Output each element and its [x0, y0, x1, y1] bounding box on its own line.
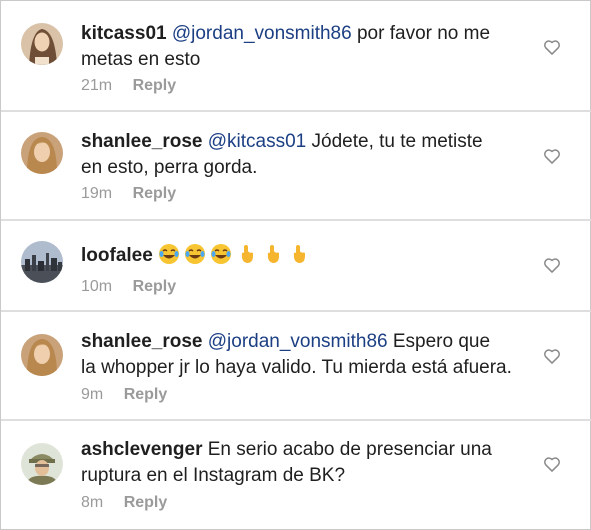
avatar[interactable]: [21, 443, 63, 485]
comment-body-line2: ruptura en el Instagram de BK?: [81, 465, 346, 486]
comment-mention[interactable]: @jordan_vonsmith86: [172, 23, 352, 44]
avatar[interactable]: [21, 334, 63, 376]
comment-meta: 9m Reply: [81, 386, 167, 404]
heart-icon[interactable]: [542, 37, 562, 57]
reply-button[interactable]: Reply: [124, 494, 168, 511]
avatar[interactable]: [21, 132, 63, 174]
face-with-tears-of-joy-icon: [210, 243, 232, 265]
reply-button[interactable]: Reply: [124, 386, 168, 403]
face-with-tears-of-joy-icon: [158, 243, 180, 265]
comment-meta: 8m Reply: [81, 494, 167, 512]
comment-emojis: [158, 243, 314, 266]
divider: [1, 419, 591, 421]
comment-text: ashclevenger En serio acabo de presencia…: [81, 437, 541, 489]
comment-meta: 10m Reply: [81, 278, 176, 296]
comment-username[interactable]: ashclevenger: [81, 439, 202, 460]
comment-text: kitcass01 @jordan_vonsmith86 por favor n…: [81, 21, 541, 73]
divider: [1, 310, 591, 312]
comment-body-line2: en esto, perra gorda.: [81, 157, 258, 178]
face-with-tears-of-joy-icon: [184, 243, 206, 265]
comment-meta: 21m Reply: [81, 77, 176, 95]
avatar[interactable]: [21, 241, 63, 283]
comment-username[interactable]: kitcass01: [81, 23, 167, 44]
comment-timestamp: 21m: [81, 77, 113, 94]
comment-body: Espero que: [387, 331, 491, 352]
comment-timestamp: 10m: [81, 278, 113, 295]
avatar[interactable]: [21, 23, 63, 65]
reply-button[interactable]: Reply: [133, 77, 177, 94]
reply-button[interactable]: Reply: [133, 185, 177, 202]
comment-body-line2: metas en esto: [81, 49, 201, 70]
comments-panel: kitcass01 @jordan_vonsmith86 por favor n…: [0, 0, 591, 530]
comment-body: por favor no me: [351, 23, 491, 44]
comment-timestamp: 9m: [81, 386, 104, 403]
reply-button[interactable]: Reply: [133, 278, 177, 295]
comment-username[interactable]: loofalee: [81, 245, 153, 266]
comment-username[interactable]: shanlee_rose: [81, 131, 202, 152]
comment-mention[interactable]: @kitcass01: [208, 131, 307, 152]
heart-icon[interactable]: [542, 454, 562, 474]
heart-icon[interactable]: [542, 146, 562, 166]
comment-meta: 19m Reply: [81, 185, 176, 203]
backhand-index-pointing-up-icon: [236, 243, 258, 265]
comment-body-line2: la whopper jr lo haya valido. Tu mierda …: [81, 357, 512, 378]
divider: [1, 110, 591, 112]
comment-username[interactable]: shanlee_rose: [81, 331, 202, 352]
backhand-index-pointing-up-icon: [288, 243, 310, 265]
comment-text: loofalee: [81, 243, 541, 269]
comment-timestamp: 8m: [81, 494, 104, 511]
comment-body: En serio acabo de presenciar una: [202, 439, 492, 460]
comment-body: Jódete, tu te metiste: [306, 131, 483, 152]
divider: [1, 219, 591, 221]
backhand-index-pointing-up-icon: [262, 243, 284, 265]
comment-text: shanlee_rose @kitcass01 Jódete, tu te me…: [81, 129, 541, 181]
comment-text: shanlee_rose @jordan_vonsmith86 Espero q…: [81, 329, 541, 381]
heart-icon[interactable]: [542, 346, 562, 366]
comment-timestamp: 19m: [81, 185, 113, 202]
comment-mention[interactable]: @jordan_vonsmith86: [208, 331, 388, 352]
heart-icon[interactable]: [542, 255, 562, 275]
